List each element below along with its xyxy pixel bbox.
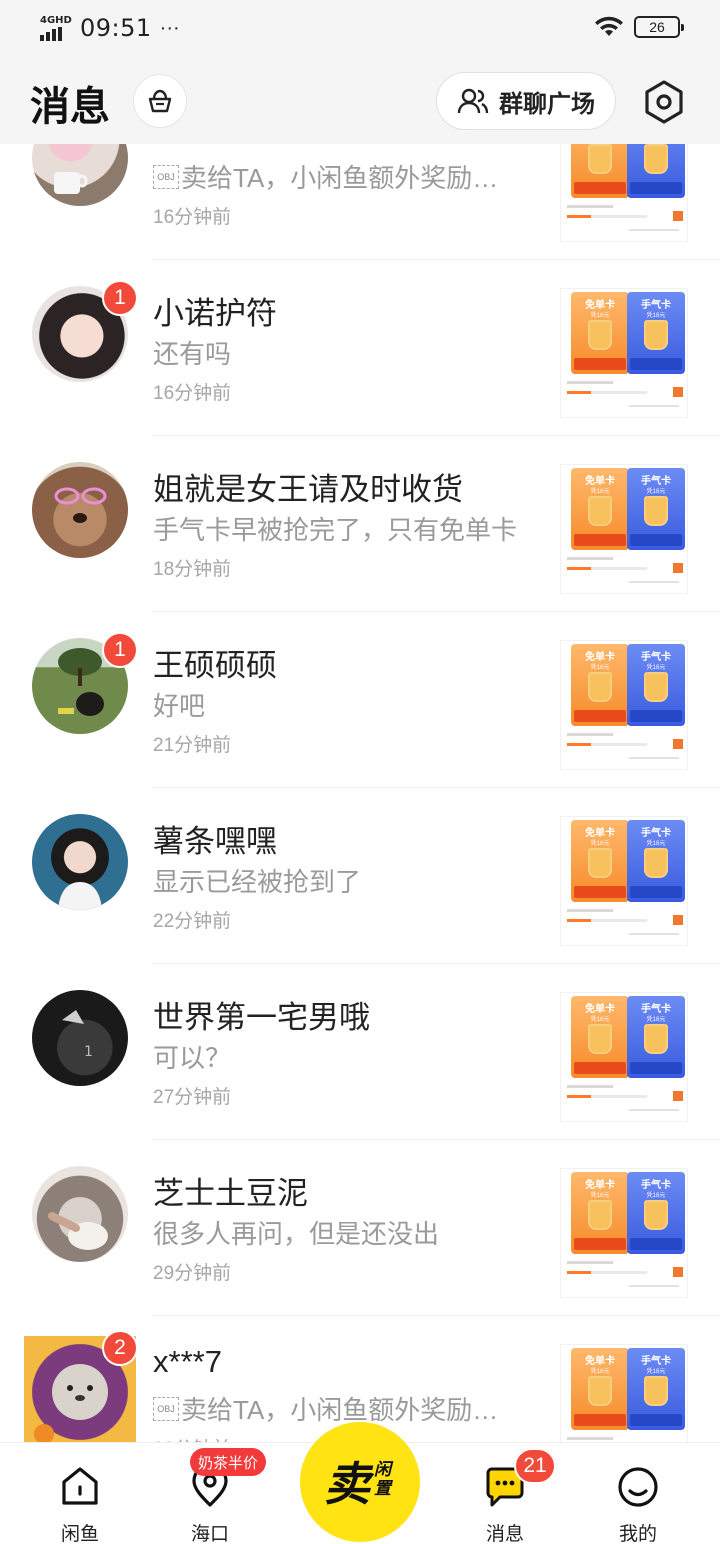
contact-name: 姐就是女王请及时收货 (153, 472, 463, 507)
item-thumbnail[interactable]: 免单卡凭16元 手气卡凭18元 (560, 640, 688, 770)
avatar[interactable]: 1 (32, 990, 128, 1086)
item-thumbnail[interactable]: 免单卡凭16元 手气卡凭18元 (560, 1168, 688, 1298)
status-more-indicator: ··· (159, 16, 180, 39)
item-thumbnail[interactable]: 免单卡凭16元 手气卡凭18元 (560, 464, 688, 594)
message-time: 18分钟前 (153, 559, 232, 580)
nav-home[interactable]: 闲鱼 (30, 1443, 130, 1544)
contact-name: 世界第一宅男哦 (153, 1000, 370, 1035)
object-tag: OBJ (153, 164, 179, 189)
message-preview: 显示已经被抢到了 (153, 862, 361, 899)
nav-messages-label: 消息 (485, 1524, 524, 1544)
unread-badge: 1 (102, 632, 138, 668)
message-time: 27分钟前 (153, 1087, 232, 1108)
avatar[interactable] (32, 462, 128, 558)
avatar[interactable] (32, 814, 128, 910)
unread-badge: 2 (102, 1330, 138, 1366)
contact-name: 薯条嘿嘿 (153, 824, 277, 859)
page-header: 消息 群聊广场 (0, 58, 720, 144)
message-preview: OBJ 卖给TA，小闲鱼额外奖励… (153, 158, 498, 195)
message-time: 22分钟前 (153, 911, 232, 932)
item-thumbnail[interactable]: 免单卡凭16元 手气卡凭18元 (560, 992, 688, 1122)
gift-basket-icon (148, 89, 172, 113)
settings-hexagon-icon (645, 80, 683, 124)
message-time: 16分钟前 (153, 207, 232, 228)
contact-name: 王硕硕硕 (153, 648, 277, 683)
list-item[interactable]: 1 王硕硕硕 好吧 21分钟前 免单卡 凭16元 手气卡 凭18元 (0, 612, 720, 788)
message-preview-text: 可以？ (153, 1043, 232, 1073)
list-item[interactable]: 1 小诺护符 还有吗 16分钟前 免单卡 凭16元 手气卡 凭18元 (0, 260, 720, 436)
contact-name: 小诺护符 (153, 296, 277, 331)
home-icon (62, 1467, 98, 1505)
status-time: 09:51 (80, 14, 152, 42)
message-preview: 还有吗 (153, 334, 231, 371)
message-preview-text: 好吧 (153, 691, 206, 721)
message-preview-text: 显示已经被抢到了 (153, 867, 362, 897)
item-thumbnail[interactable]: 免单卡凭16元 手气卡凭18元 (560, 288, 688, 418)
message-preview-text: 卖给TA，小闲鱼额外奖励… (181, 163, 499, 193)
message-time: 16分钟前 (153, 383, 232, 404)
sell-button-sublabel: 闲置 (374, 1460, 391, 1498)
sell-button-label: 卖 (324, 1458, 370, 1510)
group-chat-plaza-button[interactable]: 群聊广场 (436, 72, 616, 130)
wifi-icon (595, 16, 623, 36)
list-item[interactable]: 1 世界第一宅男哦 可以？ 27分钟前 免单卡 凭16元 手气卡 凭18元 (0, 964, 720, 1140)
nav-mine[interactable]: 我的 (588, 1443, 688, 1544)
battery-icon: 26 (634, 16, 684, 38)
nav-home-label: 闲鱼 (60, 1524, 99, 1544)
group-users-icon (457, 88, 489, 114)
list-item[interactable]: 薯条嘿嘿 显示已经被抢到了 22分钟前 免单卡 凭16元 手气卡 凭18元 (0, 788, 720, 964)
contact-name: 芝士土豆泥 (153, 1176, 308, 1211)
avatar[interactable] (32, 144, 128, 206)
item-thumbnail[interactable]: 免单卡凭16元 手气卡凭18元 (560, 816, 688, 946)
message-preview-text: 手气卡早被抢完了，只有免单卡 (153, 515, 518, 545)
svg-text:1: 1 (84, 1044, 93, 1060)
item-thumbnail[interactable]: 免单卡凭16元 手气卡凭18元 (560, 144, 688, 242)
message-preview: 手气卡早被抢完了，只有免单卡 (153, 510, 517, 547)
network-type: 4GHD (40, 15, 72, 26)
nav-mine-label: 我的 (618, 1524, 657, 1544)
avatar[interactable] (32, 1166, 128, 1262)
message-list[interactable]: OBJ 卖给TA，小闲鱼额外奖励… 16分钟前 免单卡凭16元 手气卡凭18元 … (0, 144, 720, 1442)
message-time: 29分钟前 (153, 1263, 232, 1284)
settings-button[interactable] (638, 76, 690, 128)
message-preview: 可以？ (153, 1038, 231, 1075)
smiley-face-icon (618, 1467, 658, 1507)
status-bar: 4GHD 09:51 ··· 26 (0, 0, 720, 58)
unread-badge: 1 (102, 280, 138, 316)
message-preview-text: 还有吗 (153, 339, 232, 369)
sell-button[interactable]: 卖 闲置 (300, 1422, 420, 1542)
message-preview: 好吧 (153, 686, 205, 723)
list-item[interactable]: 姐就是女王请及时收货 手气卡早被抢完了，只有免单卡 18分钟前 免单卡 凭16元 … (0, 436, 720, 612)
message-preview-text: 卖给TA，小闲鱼额外奖励… (181, 1395, 499, 1425)
item-thumbnail[interactable]: 免单卡凭16元 手气卡凭18元 (560, 1344, 688, 1442)
message-preview: 很多人再问，但是还没出 (153, 1214, 439, 1251)
message-preview-text: 很多人再问，但是还没出 (153, 1219, 440, 1249)
message-time: 21分钟前 (153, 735, 232, 756)
promo-badge: 奶茶半价 (190, 1448, 267, 1476)
group-chat-plaza-label: 群聊广场 (499, 90, 595, 118)
signal-icon: 4GHD (40, 15, 72, 41)
contact-name: x***7 (153, 1344, 222, 1379)
message-preview: OBJ 卖给TA，小闲鱼额外奖励… (153, 1390, 498, 1427)
messages-unread-badge: 21 (514, 1448, 556, 1484)
nav-port-label: 海口 (190, 1524, 229, 1544)
list-item[interactable]: 芝士土豆泥 很多人再问，但是还没出 29分钟前 免单卡 凭16元 手气卡 凭18元 (0, 1140, 720, 1316)
page-title: 消息 (30, 85, 110, 129)
list-item[interactable]: OBJ 卖给TA，小闲鱼额外奖励… 16分钟前 免单卡凭16元 手气卡凭18元 (0, 144, 720, 260)
object-tag: OBJ (153, 1396, 179, 1421)
battery-level: 26 (649, 19, 665, 35)
gift-button[interactable] (133, 74, 187, 128)
message-time: 32分钟前 (153, 1434, 231, 1442)
